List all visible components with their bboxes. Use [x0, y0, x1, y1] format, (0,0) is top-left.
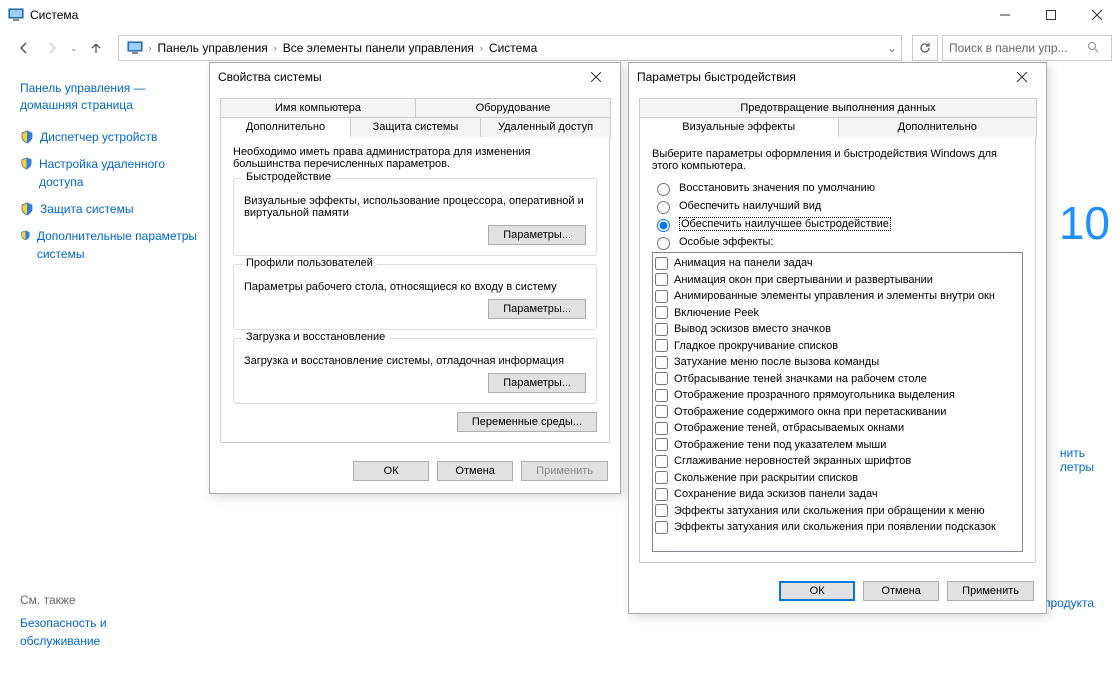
- see-also-heading: См. также: [20, 593, 200, 607]
- effect-checkbox-10[interactable]: Отображение теней, отбрасываемых окнами: [655, 420, 1020, 437]
- shield-icon: [20, 202, 34, 216]
- address-dropdown-icon[interactable]: ⌄: [887, 41, 897, 55]
- tab-advanced-perf[interactable]: Дополнительно: [838, 117, 1038, 137]
- breadcrumb-1[interactable]: Все элементы панели управления: [279, 39, 478, 57]
- effect-checkbox-3[interactable]: Включение Peek: [655, 305, 1020, 322]
- effect-checkbox-4[interactable]: Вывод эскизов вместо значков: [655, 321, 1020, 338]
- toolbar: ⌄ › Панель управления › Все элементы пан…: [0, 30, 1120, 66]
- apply-button[interactable]: Применить: [521, 461, 608, 481]
- breadcrumb-0[interactable]: Панель управления: [154, 39, 272, 57]
- profiles-group: Профили пользователей Параметры рабочего…: [233, 264, 597, 330]
- breadcrumb-2[interactable]: Система: [485, 39, 541, 57]
- tab-visual-effects[interactable]: Визуальные эффекты: [639, 117, 839, 137]
- boot-settings-button[interactable]: Параметры...: [488, 373, 586, 393]
- sidebar-item-system-protection[interactable]: Защита системы: [20, 201, 200, 218]
- close-button[interactable]: [1074, 0, 1120, 30]
- shield-icon: [20, 229, 31, 243]
- tab-hardware[interactable]: Оборудование: [415, 98, 611, 117]
- profiles-legend: Профили пользователей: [242, 257, 377, 269]
- effect-checkbox-14[interactable]: Сохранение вида эскизов панели задач: [655, 486, 1020, 503]
- effect-checkbox-15[interactable]: Эффекты затухания или скольжения при обр…: [655, 503, 1020, 520]
- close-icon[interactable]: [1006, 67, 1038, 87]
- effect-checkbox-1[interactable]: Анимация окон при свертывании и разверты…: [655, 272, 1020, 289]
- environment-variables-button[interactable]: Переменные среды...: [457, 412, 597, 432]
- window-title: Система: [30, 8, 982, 22]
- close-icon[interactable]: [580, 67, 612, 87]
- back-button[interactable]: [12, 36, 36, 60]
- up-button[interactable]: [84, 36, 108, 60]
- sep-icon[interactable]: ›: [272, 43, 279, 53]
- sidebar: Панель управления —домашняя страница Дис…: [0, 66, 200, 683]
- tab-advanced[interactable]: Дополнительно: [220, 117, 351, 137]
- effect-checkbox-5[interactable]: Гладкое прокручивание списков: [655, 338, 1020, 355]
- effect-checkbox-0[interactable]: Анимация на панели задач: [655, 255, 1020, 272]
- dialog-title: Свойства системы: [218, 70, 580, 84]
- admin-note: Необходимо иметь права администратора дл…: [233, 146, 597, 170]
- tab-dep[interactable]: Предотвращение выполнения данных: [639, 98, 1037, 117]
- dialog-title: Параметры быстродействия: [637, 70, 1006, 84]
- profiles-settings-button[interactable]: Параметры...: [488, 299, 586, 319]
- effect-checkbox-12[interactable]: Сглаживание неровностей экранных шрифтов: [655, 453, 1020, 470]
- shield-icon: [20, 157, 33, 171]
- effect-checkbox-9[interactable]: Отображение содержимого окна при перетас…: [655, 404, 1020, 421]
- sep-icon[interactable]: ›: [147, 43, 154, 53]
- radio-custom[interactable]: Особые эффекты:: [652, 234, 1023, 250]
- effect-checkbox-8[interactable]: Отображение прозрачного прямоугольника в…: [655, 387, 1020, 404]
- cancel-button[interactable]: Отмена: [863, 581, 939, 601]
- cancel-button[interactable]: Отмена: [437, 461, 513, 481]
- boot-group: Загрузка и восстановление Загрузка и вос…: [233, 338, 597, 404]
- tab-remote[interactable]: Удаленный доступ: [480, 117, 611, 137]
- system-properties-dialog: Свойства системы Имя компьютера Оборудов…: [209, 62, 621, 494]
- radio-let-windows-choose[interactable]: Восстановить значения по умолчанию: [652, 180, 1023, 196]
- tab-system-protection[interactable]: Защита системы: [350, 117, 481, 137]
- radio-best-performance[interactable]: Обеспечить наилучшее быстродействие: [652, 216, 1023, 232]
- recent-dropdown[interactable]: ⌄: [68, 43, 80, 54]
- control-panel-home-link[interactable]: Панель управления —домашняя страница: [20, 80, 200, 115]
- location-icon: [127, 40, 143, 56]
- maximize-button[interactable]: [1028, 0, 1074, 30]
- performance-legend: Быстродействие: [242, 171, 335, 183]
- visual-effects-intro: Выберите параметры оформления и быстроде…: [652, 148, 1023, 172]
- performance-group: Быстродействие Визуальные эффекты, испол…: [233, 178, 597, 256]
- effect-checkbox-6[interactable]: Затухание меню после вызова команды: [655, 354, 1020, 371]
- sep-icon[interactable]: ›: [478, 43, 485, 53]
- performance-settings-button[interactable]: Параметры...: [488, 225, 586, 245]
- tab-computer-name[interactable]: Имя компьютера: [220, 98, 416, 117]
- search-icon: [1087, 41, 1099, 56]
- search-box[interactable]: Поиск в панели упр...: [942, 35, 1112, 61]
- performance-desc: Визуальные эффекты, использование процес…: [244, 195, 586, 219]
- effect-checkbox-16[interactable]: Эффекты затухания или скольжения при поя…: [655, 519, 1020, 536]
- minimize-button[interactable]: [982, 0, 1028, 30]
- effect-checkbox-7[interactable]: Отбрасывание теней значками на рабочем с…: [655, 371, 1020, 388]
- search-placeholder: Поиск в панели упр...: [949, 41, 1087, 55]
- forward-button[interactable]: [40, 36, 64, 60]
- boot-legend: Загрузка и восстановление: [242, 331, 389, 343]
- sidebar-item-advanced-system-settings[interactable]: Дополнительные параметры системы: [20, 228, 200, 263]
- effect-checkbox-2[interactable]: Анимированные элементы управления и элем…: [655, 288, 1020, 305]
- apply-button[interactable]: Применить: [947, 581, 1034, 601]
- boot-desc: Загрузка и восстановление системы, отлад…: [244, 355, 586, 367]
- effects-checklist[interactable]: Анимация на панели задачАнимация окон пр…: [652, 252, 1023, 552]
- app-icon: [8, 7, 24, 23]
- effect-checkbox-13[interactable]: Скольжение при раскрытии списков: [655, 470, 1020, 487]
- titlebar: Система: [0, 0, 1120, 30]
- change-settings-link-1[interactable]: нитьлетры: [1060, 446, 1094, 474]
- performance-options-dialog: Параметры быстродействия Предотвращение …: [628, 62, 1047, 614]
- address-bar[interactable]: › Панель управления › Все элементы панел…: [118, 35, 902, 61]
- profiles-desc: Параметры рабочего стола, относящиеся ко…: [244, 281, 586, 293]
- sidebar-item-remote-settings[interactable]: Настройка удаленного доступа: [20, 156, 200, 191]
- ok-button[interactable]: ОК: [353, 461, 429, 481]
- ok-button[interactable]: ОК: [779, 581, 855, 601]
- effect-checkbox-11[interactable]: Отображение тени под указателем мыши: [655, 437, 1020, 454]
- sidebar-item-device-manager[interactable]: Диспетчер устройств: [20, 129, 200, 146]
- radio-best-appearance[interactable]: Обеспечить наилучший вид: [652, 198, 1023, 214]
- security-maintenance-link[interactable]: Безопасность и обслуживание: [20, 615, 140, 650]
- refresh-button[interactable]: [912, 35, 938, 61]
- shield-icon: [20, 130, 34, 144]
